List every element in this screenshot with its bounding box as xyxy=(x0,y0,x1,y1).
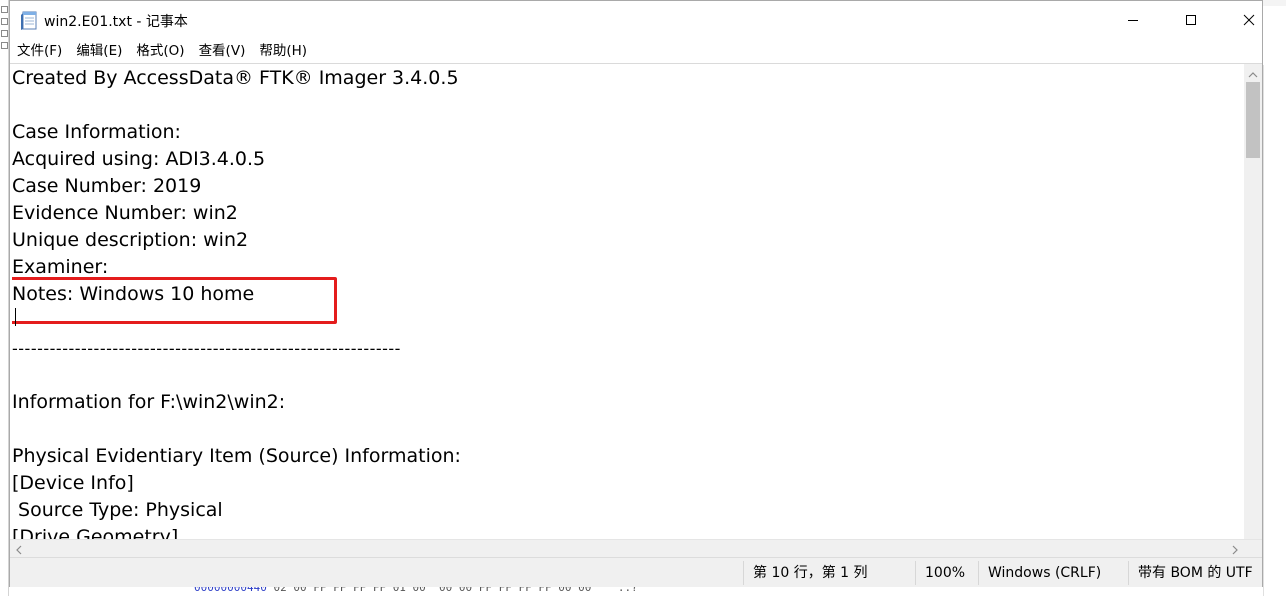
tree-expand-icon[interactable] xyxy=(1,6,8,13)
minimize-button[interactable] xyxy=(1104,1,1162,39)
text-line: [Device Info] xyxy=(12,472,134,494)
status-divider xyxy=(743,561,744,585)
menu-help[interactable]: 帮助(H) xyxy=(252,40,314,62)
scroll-corner xyxy=(1244,540,1262,558)
chevron-right-icon xyxy=(1231,540,1239,559)
notepad-icon xyxy=(19,9,39,31)
hex-bytes: 02 00 FF FF FF FF 01 00 00 00 FF FF FF F… xyxy=(266,586,638,594)
menu-edit[interactable]: 编辑(E) xyxy=(69,40,129,62)
text-line: Physical Evidentiary Item (Source) Infor… xyxy=(12,445,461,467)
menu-format[interactable]: 格式(O) xyxy=(129,40,191,62)
text-line: Source Type: Physical xyxy=(12,499,223,521)
encoding: 带有 BOM 的 UTF xyxy=(1138,565,1253,581)
close-button[interactable] xyxy=(1220,1,1278,39)
vertical-scroll-thumb[interactable] xyxy=(1246,82,1260,158)
menu-file[interactable]: 文件(F) xyxy=(10,40,69,62)
text-line: [Drive Geometry] xyxy=(12,526,179,539)
status-bar: 第 10 行，第 1 列 100% Windows (CRLF) 带有 BOM … xyxy=(10,557,1262,587)
background-tree-panel xyxy=(0,0,9,596)
status-divider xyxy=(1128,561,1129,585)
maximize-button[interactable] xyxy=(1162,1,1220,39)
horizontal-scrollbar[interactable] xyxy=(10,539,1262,558)
text-line: Created By AccessData® FTK® Imager 3.4.0… xyxy=(12,67,459,89)
status-divider xyxy=(978,561,979,585)
minimize-icon xyxy=(1127,11,1139,30)
line-ending: Windows (CRLF) xyxy=(988,565,1102,581)
menu-bar: 文件(F) 编辑(E) 格式(O) 查看(V) 帮助(H) xyxy=(10,39,1262,63)
window-title: win2.E01.txt - 记事本 xyxy=(44,14,188,30)
background-app-right-panel xyxy=(1263,65,1286,596)
hex-address: 00000000440 xyxy=(194,586,267,594)
separator-line: ----------------------------------------… xyxy=(12,339,401,358)
red-highlight-box xyxy=(12,277,337,324)
zoom-level: 100% xyxy=(925,565,966,581)
chevron-left-icon xyxy=(15,540,23,559)
text-line: Unique description: win2 xyxy=(12,229,249,251)
tree-expand-icon[interactable] xyxy=(1,42,8,49)
scroll-up-button[interactable] xyxy=(1244,64,1262,82)
close-icon xyxy=(1243,11,1255,30)
maximize-icon xyxy=(1185,11,1197,30)
status-divider xyxy=(915,561,916,585)
tree-expand-icon[interactable] xyxy=(1,30,8,37)
text-line: Case Information: xyxy=(12,121,187,143)
text-area[interactable]: Created By AccessData® FTK® Imager 3.4.0… xyxy=(12,64,1244,539)
text-line: Evidence Number: win2 xyxy=(12,202,238,224)
text-line: Acquired using: ADI3.4.0.5 xyxy=(12,148,266,170)
scroll-left-button[interactable] xyxy=(10,540,28,558)
title-bar[interactable]: win2.E01.txt - 记事本 xyxy=(10,1,1262,39)
text-line: Case Number: 2019 xyxy=(12,175,202,197)
scroll-right-button[interactable] xyxy=(1226,540,1244,558)
text-caret xyxy=(15,308,16,326)
chevron-up-icon xyxy=(1248,64,1258,83)
notepad-window: win2.E01.txt - 记事本 文件(F) 编辑(E) 格式(O) 查看(… xyxy=(9,0,1263,587)
menu-view[interactable]: 查看(V) xyxy=(192,40,253,62)
vertical-scrollbar[interactable] xyxy=(1244,64,1262,539)
text-editor[interactable]: Created By AccessData® FTK® Imager 3.4.0… xyxy=(10,63,1262,539)
cursor-position: 第 10 行，第 1 列 xyxy=(753,565,868,581)
tree-expand-icon[interactable] xyxy=(1,18,8,25)
text-line: Information for F:\win2\win2: xyxy=(12,391,286,413)
